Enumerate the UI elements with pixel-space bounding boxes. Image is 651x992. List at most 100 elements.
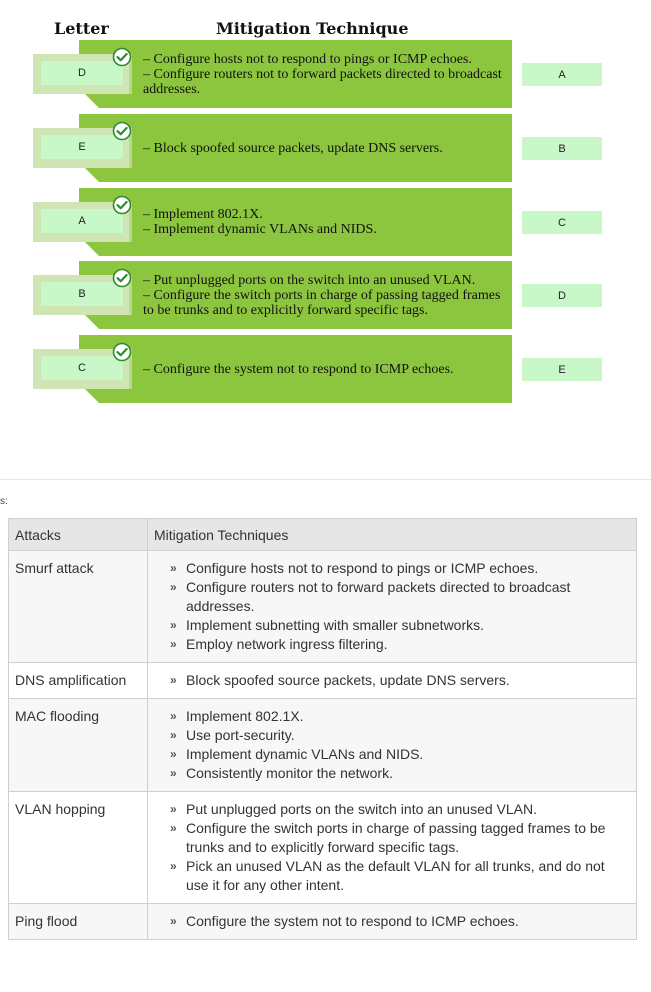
- technique-column-header: Mitigation Technique: [216, 19, 409, 38]
- double-chevron-right-icon: »: [170, 618, 177, 632]
- letter-chip[interactable]: B: [41, 282, 123, 306]
- mitigation-cell: » Put unplugged ports on the switch into …: [147, 791, 637, 904]
- list-item: » Configure hosts not to respond to pings…: [170, 559, 630, 578]
- mitigation-text: Implement dynamic VLANs and NIDS.: [186, 746, 424, 762]
- letter-chip[interactable]: A: [41, 209, 123, 233]
- double-chevron-right-icon: »: [170, 914, 177, 928]
- mitigation-cell: » Block spoofed source packets, update DN…: [147, 662, 637, 699]
- attack-name: VLAN hopping: [8, 791, 148, 904]
- double-chevron-right-icon: »: [170, 747, 177, 761]
- double-chevron-right-icon: »: [170, 802, 177, 816]
- match-row: A – Implement 802.1X. – Implement dynamic…: [0, 188, 651, 258]
- letter-chip[interactable]: D: [41, 61, 123, 85]
- check-circle-icon: [112, 121, 132, 141]
- double-chevron-right-icon: »: [170, 673, 177, 687]
- table-header-mitigation: Mitigation Techniques: [147, 518, 637, 551]
- letter-chip[interactable]: E: [41, 135, 123, 159]
- answer-option[interactable]: A: [522, 63, 602, 86]
- double-chevron-right-icon: »: [170, 766, 177, 780]
- list-item: » Configure routers not to forward packet…: [170, 578, 630, 616]
- mitigation-text: Block spoofed source packets, update DNS…: [186, 672, 510, 688]
- technique-line: – Configure routers not to forward packe…: [143, 66, 502, 97]
- double-chevron-right-icon: »: [170, 821, 177, 835]
- mitigation-list: » Put unplugged ports on the switch into …: [154, 800, 630, 895]
- technique-line: – Put unplugged ports on the switch into…: [143, 272, 476, 288]
- mitigation-text: Implement 802.1X.: [186, 708, 304, 724]
- double-chevron-right-icon: »: [170, 709, 177, 723]
- section-divider: [0, 479, 651, 480]
- mitigation-text: Configure the switch ports in charge of …: [186, 820, 606, 855]
- list-item: » Put unplugged ports on the switch into …: [170, 800, 630, 819]
- check-circle-icon: [112, 47, 132, 67]
- technique-line: – Block spoofed source packets, update D…: [143, 140, 443, 156]
- table-row: DNS amplification » Block spoofed source …: [8, 662, 637, 699]
- table-row: VLAN hopping » Put unplugged ports on the…: [8, 791, 637, 904]
- match-row: D – Configure hosts not to respond to pi…: [0, 40, 651, 110]
- letter-chip[interactable]: C: [41, 356, 123, 380]
- check-circle-icon: [112, 342, 132, 362]
- answer-option[interactable]: D: [522, 284, 602, 307]
- technique-text: – Implement 802.1X. – Implement dynamic V…: [143, 188, 509, 256]
- attack-name: DNS amplification: [8, 662, 148, 699]
- mitigation-text: Consistently monitor the network.: [186, 765, 393, 781]
- technique-text: – Configure the system not to respond to…: [143, 335, 509, 403]
- letter-column-header: Letter: [54, 19, 109, 38]
- double-chevron-right-icon: »: [170, 637, 177, 651]
- attack-name: Ping flood: [8, 903, 148, 940]
- mitigation-cell: » Configure the system not to respond to …: [147, 903, 637, 940]
- answer-option[interactable]: E: [522, 358, 602, 381]
- mitigation-list: » Block spoofed source packets, update DN…: [154, 671, 630, 690]
- list-item: » Implement dynamic VLANs and NIDS.: [170, 745, 630, 764]
- match-row: C – Configure the system not to respond …: [0, 335, 651, 405]
- technique-line: – Configure hosts not to respond to ping…: [143, 51, 472, 67]
- mitigation-list: » Configure the system not to respond to …: [154, 912, 630, 931]
- explanation-marker: s:: [0, 496, 8, 507]
- mitigation-text: Employ network ingress filtering.: [186, 636, 388, 652]
- list-item: » Implement 802.1X.: [170, 707, 630, 726]
- table-body: Smurf attack » Configure hosts not to res…: [8, 550, 637, 940]
- mitigation-text: Configure the system not to respond to I…: [186, 913, 519, 929]
- match-row: E – Block spoofed source packets, update…: [0, 114, 651, 184]
- list-item: » Configure the system not to respond to …: [170, 912, 630, 931]
- mitigation-text: Pick an unused VLAN as the default VLAN …: [186, 858, 605, 893]
- attack-name: MAC flooding: [8, 698, 148, 792]
- technique-line: – Configure the system not to respond to…: [143, 361, 454, 377]
- mitigation-list: » Configure hosts not to respond to pings…: [154, 559, 630, 654]
- double-chevron-right-icon: »: [170, 728, 177, 742]
- list-item: » Implement subnetting with smaller subne…: [170, 616, 630, 635]
- table-row: Ping flood » Configure the system not to …: [8, 903, 637, 940]
- list-item: » Configure the switch ports in charge of…: [170, 819, 630, 857]
- explanation-table: Attacks Mitigation Techniques Smurf atta…: [8, 518, 637, 940]
- technique-text: – Block spoofed source packets, update D…: [143, 114, 509, 182]
- technique-line: – Implement 802.1X.: [143, 207, 263, 222]
- mitigation-cell: » Configure hosts not to respond to pings…: [147, 550, 637, 663]
- mitigation-cell: » Implement 802.1X. » Use port-security. » Im…: [147, 698, 637, 792]
- mitigation-text: Configure routers not to forward packets…: [186, 579, 571, 614]
- list-item: » Pick an unused VLAN as the default VLAN…: [170, 857, 630, 895]
- mitigation-text: Put unplugged ports on the switch into a…: [186, 801, 538, 817]
- check-circle-icon: [112, 268, 132, 288]
- technique-line: – Configure the switch ports in charge o…: [143, 287, 501, 318]
- list-item: » Use port-security.: [170, 726, 630, 745]
- mitigation-list: » Implement 802.1X. » Use port-security. » Im…: [154, 707, 630, 783]
- list-item: » Employ network ingress filtering.: [170, 635, 630, 654]
- technique-line: – Implement dynamic VLANs and NIDS.: [143, 222, 377, 237]
- list-item: » Block spoofed source packets, update DN…: [170, 671, 630, 690]
- list-item: » Consistently monitor the network.: [170, 764, 630, 783]
- double-chevron-right-icon: »: [170, 580, 177, 594]
- table-row: Smurf attack » Configure hosts not to res…: [8, 550, 637, 663]
- answer-option[interactable]: B: [522, 137, 602, 160]
- table-row: MAC flooding » Implement 802.1X. » Use port…: [8, 698, 637, 792]
- double-chevron-right-icon: »: [170, 561, 177, 575]
- match-row: B – Put unplugged ports on the switch in…: [0, 261, 651, 331]
- double-chevron-right-icon: »: [170, 859, 177, 873]
- mitigation-text: Configure hosts not to respond to pings …: [186, 560, 539, 576]
- answer-option[interactable]: C: [522, 211, 602, 234]
- technique-text: – Configure hosts not to respond to ping…: [143, 40, 509, 108]
- attack-name: Smurf attack: [8, 550, 148, 663]
- table-header-attacks: Attacks: [8, 518, 148, 551]
- mitigation-text: Use port-security.: [186, 727, 295, 743]
- check-circle-icon: [112, 195, 132, 215]
- technique-text: – Put unplugged ports on the switch into…: [143, 261, 509, 329]
- mitigation-text: Implement subnetting with smaller subnet…: [186, 617, 485, 633]
